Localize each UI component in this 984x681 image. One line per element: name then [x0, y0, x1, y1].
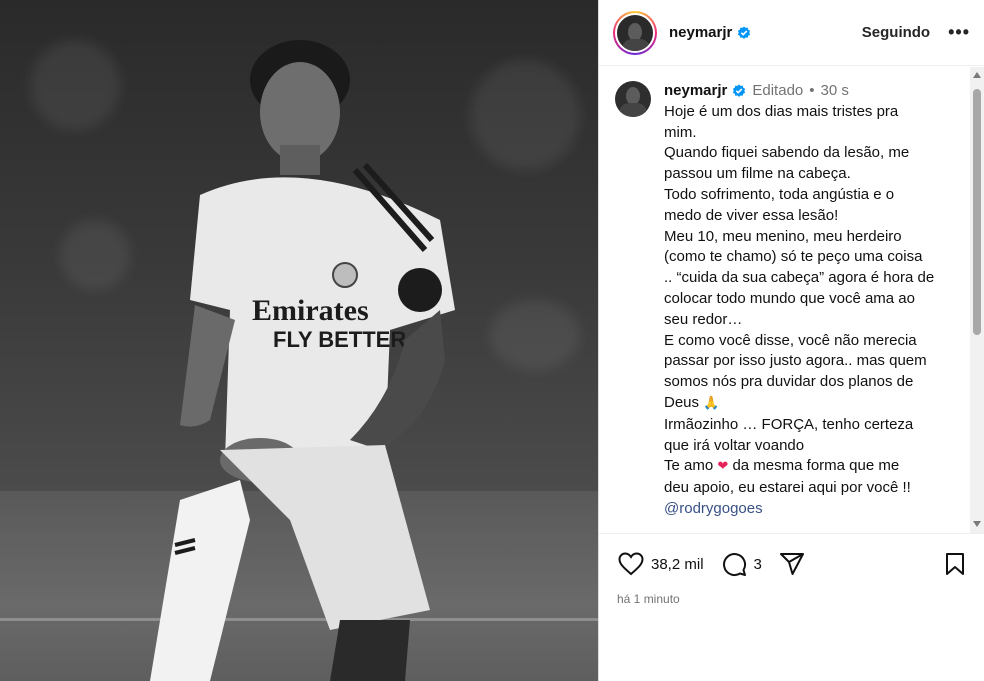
post-header: neymarjr Seguindo ••• [599, 0, 984, 66]
action-bar: 38,2 mil 3 [617, 549, 969, 579]
caption-line: Quando fiquei sabendo da lesão, me [664, 144, 910, 162]
like-count[interactable]: 38,2 mil [651, 556, 704, 573]
comment-bubble-icon[interactable] [720, 550, 748, 578]
verified-badge-icon [738, 26, 751, 39]
scroll-up-arrow-icon[interactable] [973, 72, 981, 78]
caption-text: neymarjr Editado • 30 s Hoje é um dos di… [664, 81, 934, 520]
caption-line-deus: Deus 🙏 [664, 393, 934, 415]
caption-line: Todo sofrimento, toda angústia e o [664, 185, 895, 203]
caption-word: Te amo [664, 457, 714, 475]
caption-line: que irá voltar voando [664, 436, 805, 454]
player-figure: Emirates FLY BETTER [150, 40, 455, 681]
caption-meta: neymarjr Editado • 30 s [664, 81, 934, 102]
svg-text:Emirates: Emirates [252, 294, 369, 327]
verified-badge-icon [733, 84, 746, 98]
caption-comment: neymarjr Editado • 30 s Hoje é um dos di… [615, 81, 961, 520]
caption-line: mim. [664, 123, 697, 141]
more-options-icon[interactable]: ••• [948, 22, 970, 43]
caption-word: Deus [664, 393, 700, 411]
scrollbar-thumb[interactable] [973, 89, 981, 335]
post-sidebar: neymarjr Seguindo ••• neymarjr Editado •… [598, 0, 984, 681]
caption-line: colocar todo mundo que você ama ao [664, 289, 915, 307]
caption-line: Hoje é um dos dias mais tristes pra [664, 102, 899, 120]
red-heart-emoji-icon: ❤ [717, 459, 729, 475]
photo-bokeh [30, 40, 120, 130]
mention-link[interactable]: @rodrygogoes [664, 499, 934, 520]
edited-label: Editado [752, 82, 804, 99]
avatar [615, 12, 655, 53]
caption-word: da mesma forma que me [732, 457, 900, 475]
caption-line: E como você disse, você não merecia [664, 331, 917, 349]
caption-username[interactable]: neymarjr [664, 81, 727, 102]
caption-timestamp[interactable]: 30 s [821, 81, 849, 102]
post-actions: 38,2 mil 3 há 1 minuto [599, 533, 984, 606]
caption-line: passou um filme na cabeça. [664, 165, 851, 183]
following-button[interactable]: Seguindo [862, 24, 930, 41]
heart-icon[interactable] [617, 550, 645, 578]
praying-hands-emoji-icon: 🙏 [703, 395, 720, 411]
author-avatar-story-ring[interactable] [613, 10, 657, 55]
svg-text:FLY BETTER: FLY BETTER [273, 327, 406, 352]
caption-line-teamo: Te amo ❤ da mesma forma que me [664, 456, 934, 478]
caption-line: seu redor… [664, 310, 743, 328]
photo-bokeh [490, 300, 580, 370]
caption-line: .. “cuida da sua cabeça” agora é hora de [664, 269, 935, 287]
caption-line: somos nós pra duvidar dos planos de [664, 373, 914, 391]
post-photo[interactable]: Emirates FLY BETTER [0, 0, 598, 681]
paper-plane-icon[interactable] [778, 550, 806, 578]
avatar[interactable] [615, 81, 651, 117]
scroll-down-arrow-icon[interactable] [973, 521, 981, 527]
caption-line: Meu 10, meu menino, meu herdeiro [664, 227, 902, 245]
photo-bokeh [470, 60, 580, 170]
caption-line: medo de viver essa lesão! [664, 206, 839, 224]
bookmark-icon[interactable] [941, 550, 969, 578]
caption-line: (como te chamo) só te peço uma coisa [664, 248, 923, 266]
comment-count[interactable]: 3 [754, 556, 762, 573]
post-time-ago[interactable]: há 1 minuto [617, 592, 969, 606]
caption-scroll-area[interactable]: neymarjr Editado • 30 s Hoje é um dos di… [599, 67, 971, 533]
author-username-header[interactable]: neymarjr [669, 24, 751, 41]
photo-bokeh [60, 220, 130, 290]
username-label[interactable]: neymarjr [669, 24, 732, 41]
caption-line: deu apoio, eu estarei aqui por você !! [664, 479, 911, 497]
caption-line: Irmãozinho … FORÇA, tenho certeza [664, 415, 914, 433]
caption-line: passar por isso justo agora.. mas quem [664, 352, 927, 370]
separator-dot: • [809, 82, 815, 99]
caption-scrollbar[interactable] [970, 67, 984, 533]
